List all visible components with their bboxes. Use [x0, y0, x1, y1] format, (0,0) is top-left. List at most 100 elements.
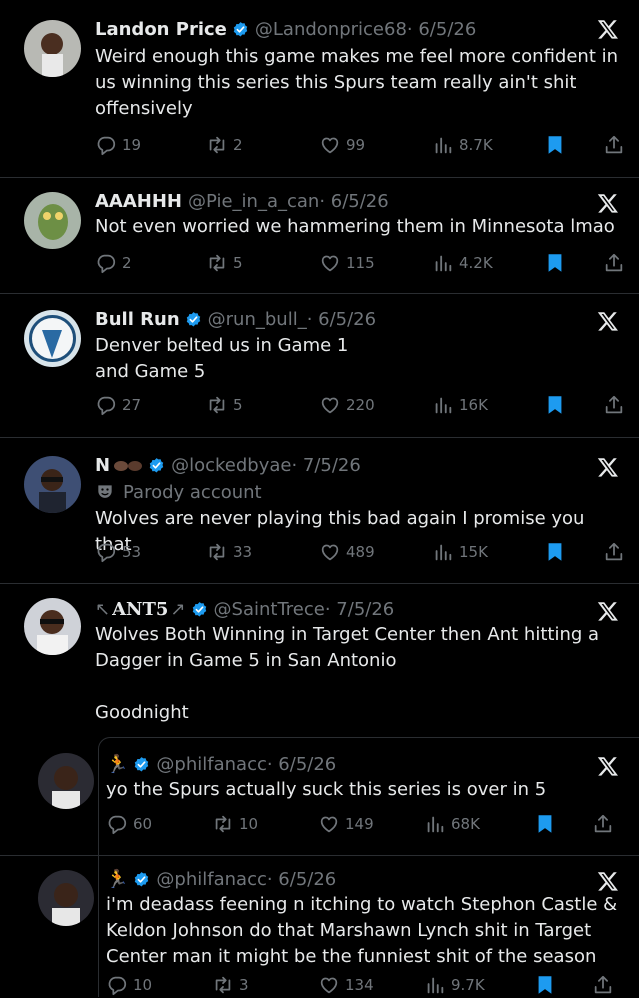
retweet-button[interactable]: 3: [212, 972, 249, 998]
x-logo-icon: [597, 310, 619, 332]
x-logo-icon: [597, 192, 619, 214]
avatar[interactable]: [38, 753, 94, 809]
like-button[interactable]: 489: [319, 539, 375, 565]
retweet-count: 33: [233, 543, 253, 561]
views-button[interactable]: 9.7K: [424, 972, 485, 998]
share-button[interactable]: [603, 392, 625, 418]
avatar[interactable]: [24, 598, 81, 655]
tweet-actions: 60 10 149 68K: [106, 811, 629, 837]
like-button[interactable]: 149: [318, 811, 374, 837]
share-button[interactable]: [592, 811, 614, 837]
tweet-actions: 2 5 115 4.2K: [95, 250, 629, 276]
bookmark-icon: [534, 813, 556, 835]
quoted-tweet[interactable]: 🏃 @philfanacc · 6/5/26 i'm deadass feeni…: [0, 855, 639, 997]
share-button[interactable]: [603, 250, 625, 276]
x-logo-icon: [597, 600, 619, 622]
reply-button[interactable]: 27: [95, 392, 141, 418]
display-name[interactable]: Landon Price: [95, 19, 227, 40]
parody-label: Parody account: [95, 480, 262, 504]
timestamp[interactable]: · 6/5/26: [267, 869, 336, 890]
like-count: 489: [346, 543, 375, 561]
reply-button[interactable]: 60: [106, 811, 152, 837]
bookmark-button[interactable]: [544, 539, 566, 565]
like-button[interactable]: 99: [319, 132, 365, 158]
username[interactable]: @Landonprice68: [255, 19, 407, 40]
tweet-header: Landon Price @Landonprice68 · 6/5/26: [95, 16, 599, 42]
avatar[interactable]: [38, 870, 94, 926]
username[interactable]: @philfanacc: [156, 754, 266, 775]
display-name[interactable]: Bull Run: [95, 309, 180, 330]
share-button[interactable]: [592, 972, 614, 998]
tweet-actions: 53 33 489 15K: [95, 539, 629, 565]
views-icon: [432, 394, 454, 416]
avatar[interactable]: [24, 310, 81, 367]
reply-button[interactable]: 53: [95, 539, 141, 565]
tweet-card[interactable]: Landon Price @Landonprice68 · 6/5/26 Wei…: [0, 0, 639, 178]
views-button[interactable]: 15K: [432, 539, 488, 565]
avatar[interactable]: [24, 192, 81, 249]
bookmark-button[interactable]: [534, 972, 556, 998]
bookmark-button[interactable]: [544, 392, 566, 418]
display-name[interactable]: ANT5: [112, 599, 168, 620]
reply-count: 2: [122, 254, 132, 272]
views-button[interactable]: 16K: [432, 392, 488, 418]
display-name[interactable]: AAAHHH: [95, 191, 182, 212]
bookmark-icon: [544, 252, 566, 274]
views-icon: [432, 541, 454, 563]
timestamp[interactable]: · 7/5/26: [325, 599, 394, 620]
bookmark-button[interactable]: [544, 132, 566, 158]
verified-badge-icon: [232, 21, 249, 38]
bookmark-button[interactable]: [534, 811, 556, 837]
bookmark-button[interactable]: [544, 250, 566, 276]
timestamp[interactable]: · 6/5/26: [267, 754, 336, 775]
tweet-actions: 27 5 220 16K: [95, 392, 629, 418]
view-count: 9.7K: [451, 976, 485, 994]
reply-button[interactable]: 2: [95, 250, 132, 276]
like-button[interactable]: 220: [319, 392, 375, 418]
views-icon: [432, 134, 454, 156]
timestamp[interactable]: · 6/5/26: [407, 19, 476, 40]
quoted-tweet[interactable]: 🏃 @philfanacc · 6/5/26 yo the Spurs actu…: [0, 737, 639, 855]
reply-count: 53: [122, 543, 142, 561]
username[interactable]: @run_bull_: [208, 309, 307, 330]
view-count: 8.7K: [459, 136, 493, 154]
retweet-icon: [206, 394, 228, 416]
timestamp[interactable]: · 6/5/26: [319, 191, 388, 212]
tweet-card[interactable]: AAAHHH @Pie_in_a_can · 6/5/26 Not even w…: [0, 178, 639, 294]
views-button[interactable]: 4.2K: [432, 250, 493, 276]
reply-button[interactable]: 10: [106, 972, 152, 998]
views-button[interactable]: 8.7K: [432, 132, 493, 158]
retweet-button[interactable]: 10: [212, 811, 258, 837]
retweet-button[interactable]: 33: [206, 539, 252, 565]
username[interactable]: @philfanacc: [156, 869, 266, 890]
tweet-card[interactable]: N @lockedbyae · 7/5/26 Parody account Wo…: [0, 438, 639, 584]
timestamp[interactable]: · 6/5/26: [307, 309, 376, 330]
tweet-text-paragraph: Wolves Both Winning in Target Center the…: [95, 624, 600, 671]
display-name[interactable]: N: [95, 455, 110, 476]
retweet-button[interactable]: 5: [206, 250, 243, 276]
username[interactable]: @lockedbyae: [171, 455, 291, 476]
like-count: 115: [346, 254, 375, 272]
share-button[interactable]: [603, 132, 625, 158]
bookmark-icon: [534, 974, 556, 996]
tweet-text: yo the Spurs actually suck this series i…: [106, 779, 547, 800]
tweet-text-paragraph: Goodnight: [95, 702, 189, 723]
views-button[interactable]: 68K: [424, 811, 480, 837]
tweet-actions: 10 3 134 9.7K: [106, 972, 629, 998]
username[interactable]: @SaintTrece: [214, 599, 325, 620]
reply-count: 60: [133, 815, 153, 833]
share-button[interactable]: [603, 539, 625, 565]
parody-text: Parody account: [123, 481, 262, 503]
username[interactable]: @Pie_in_a_can: [188, 191, 319, 212]
retweet-button[interactable]: 2: [206, 132, 243, 158]
retweet-count: 5: [233, 254, 243, 272]
share-icon: [603, 541, 625, 563]
reply-button[interactable]: 19: [95, 132, 141, 158]
retweet-button[interactable]: 5: [206, 392, 243, 418]
like-button[interactable]: 134: [318, 972, 374, 998]
avatar[interactable]: [24, 20, 81, 77]
tweet-card[interactable]: Bull Run @run_bull_ · 6/5/26 Denver belt…: [0, 294, 639, 438]
like-button[interactable]: 115: [319, 250, 375, 276]
avatar[interactable]: [24, 456, 81, 513]
timestamp[interactable]: · 7/5/26: [291, 455, 360, 476]
